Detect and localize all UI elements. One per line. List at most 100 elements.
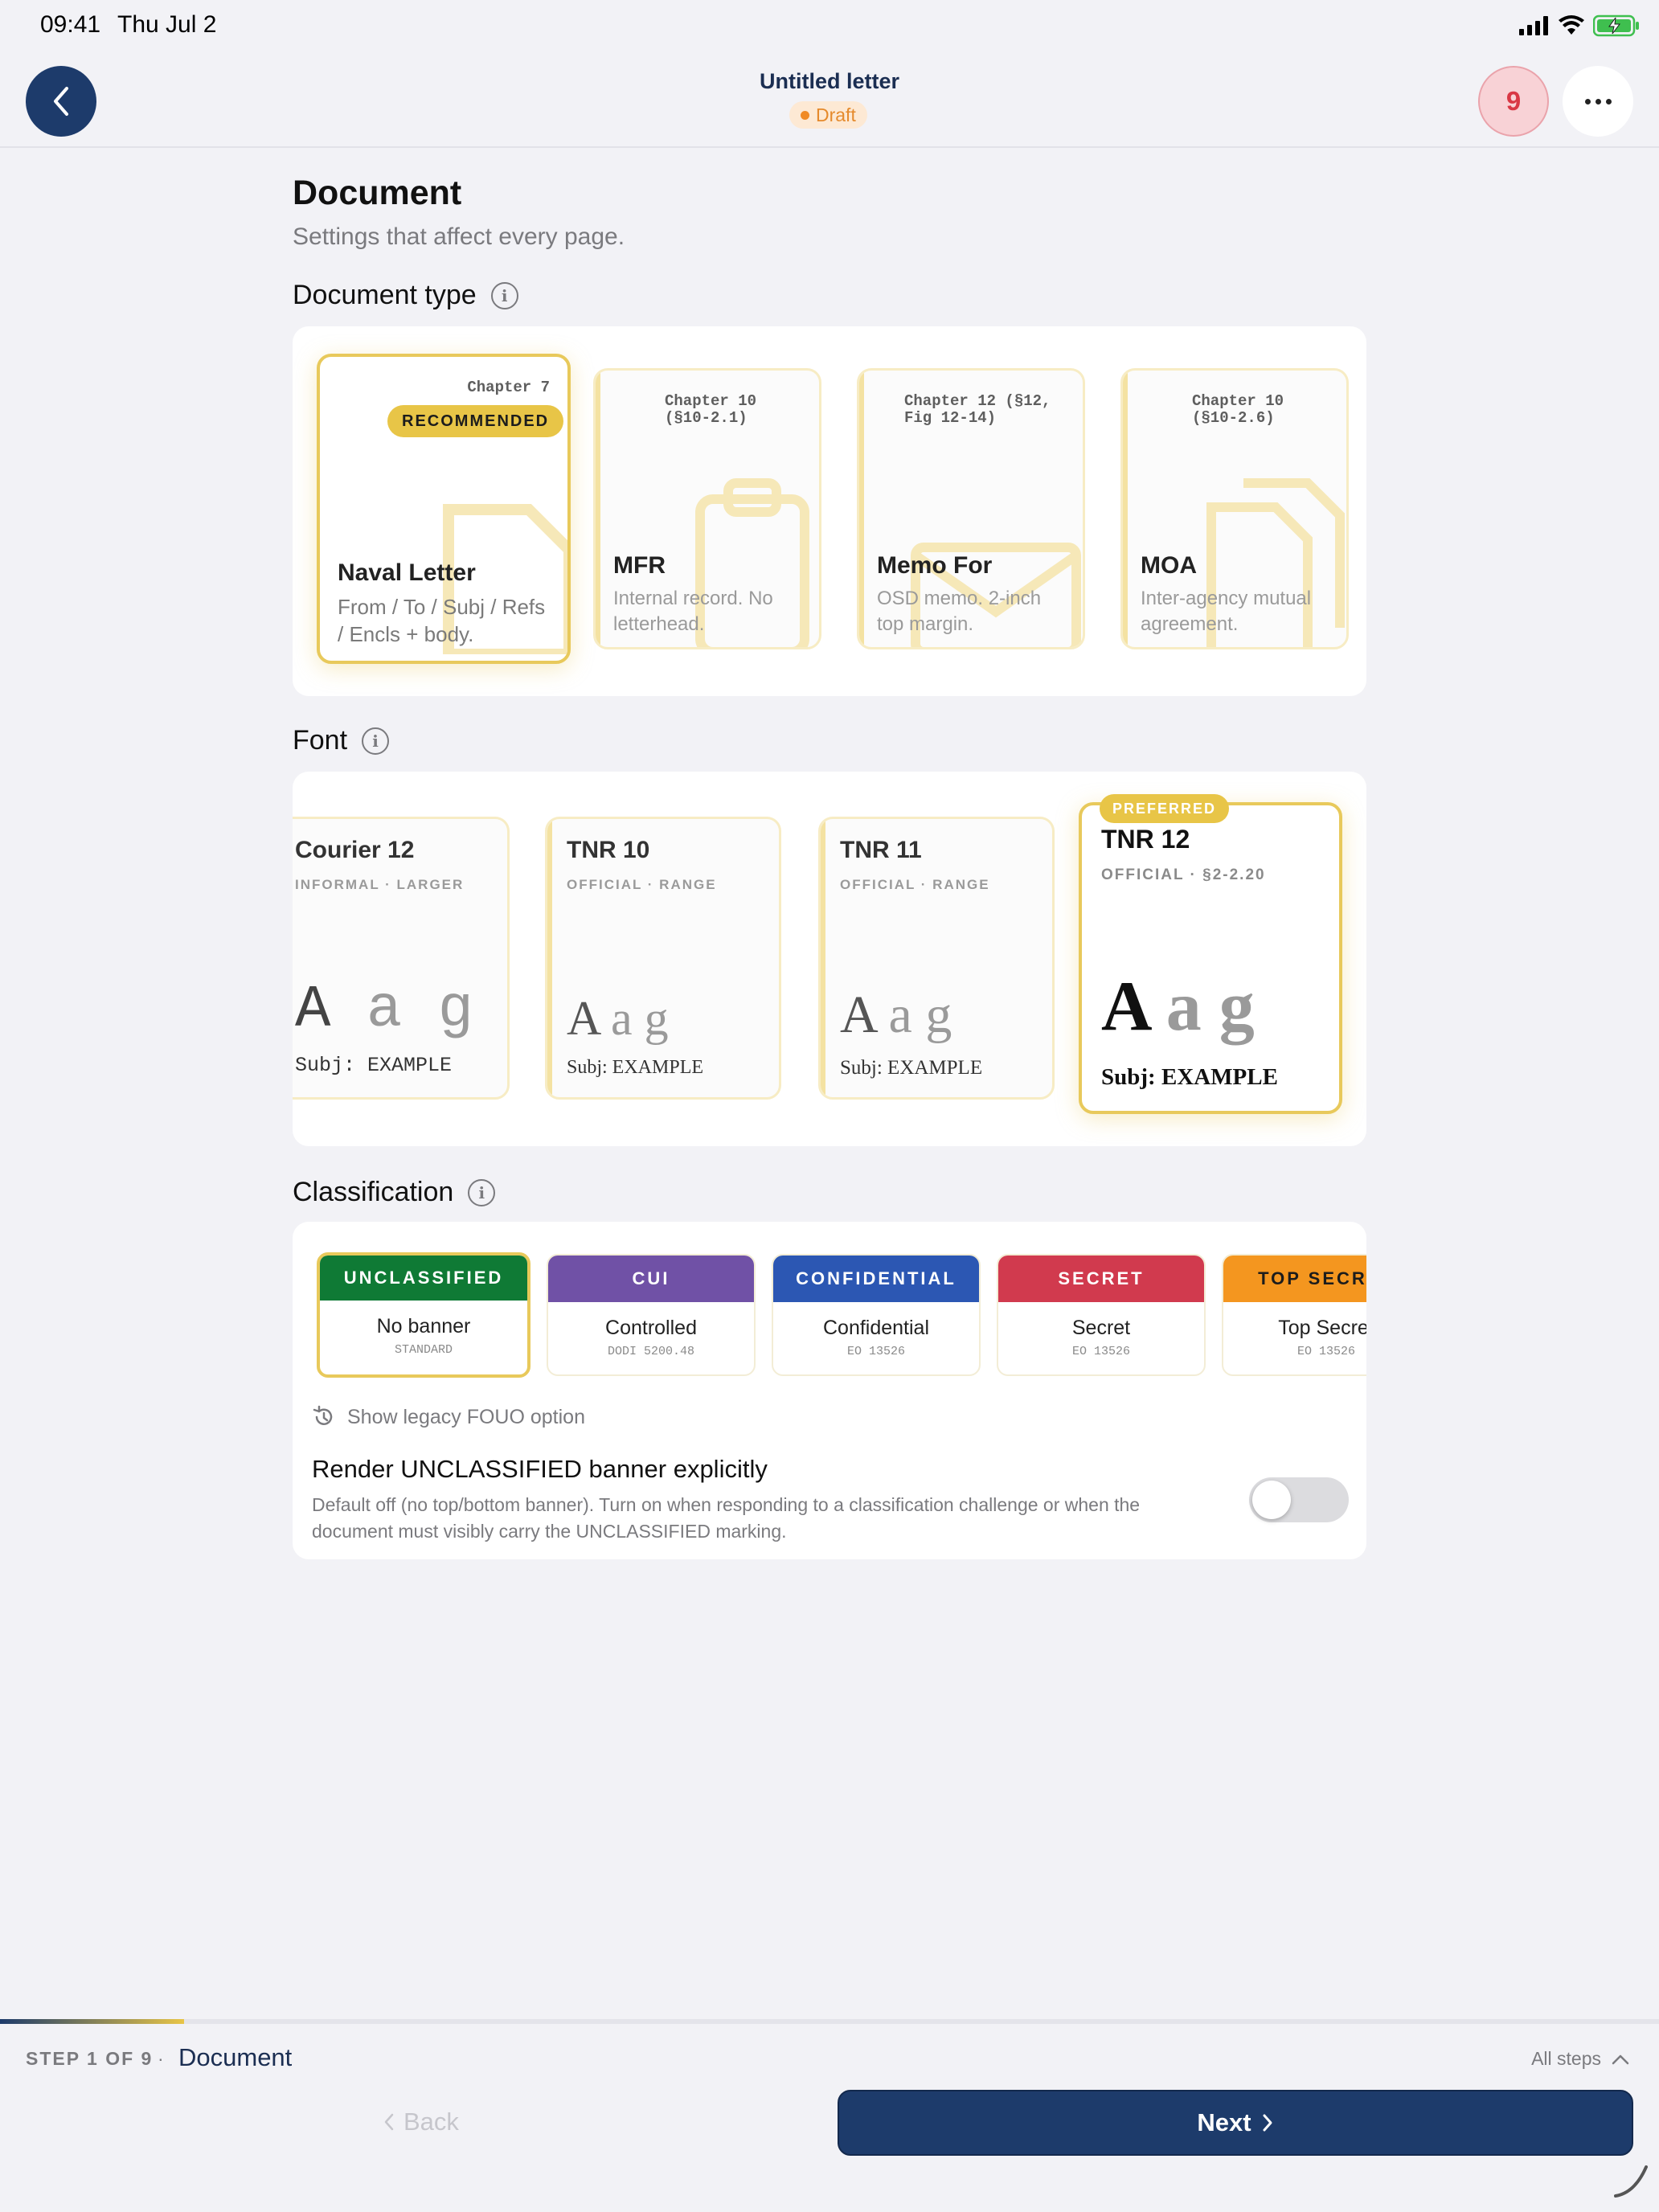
classification-banner: UNCLASSIFIED [320, 1256, 527, 1301]
classification-banner: CUI [548, 1256, 754, 1302]
classification-panel: UNCLASSIFIED No banner STANDARD CUI Cont… [293, 1222, 1366, 1559]
doctype-card-naval-letter[interactable]: Chapter 7 RECOMMENDED Naval Letter From … [317, 354, 571, 664]
classification-card-confidential[interactable]: CONFIDENTIAL Confidential EO 13526 [772, 1254, 981, 1376]
card-accent [821, 819, 825, 1097]
font-sample-glyph: g [925, 985, 952, 1044]
font-sample-glyph: A [295, 977, 367, 1044]
doctype-chapter: Chapter 10 (§10-2.1) [665, 392, 757, 427]
font-subject-sample: Subj: EXAMPLE [1101, 1064, 1278, 1090]
render-banner-toggle[interactable] [1249, 1477, 1349, 1522]
font-subject-sample: Subj: EXAMPLE [567, 1057, 704, 1078]
ellipsis-dot [1595, 98, 1601, 104]
classification-option-label: Confidential [822, 1317, 930, 1339]
font-sample-glyph: A [1101, 968, 1166, 1046]
font-name: TNR 12 [1101, 825, 1190, 854]
chevron-right-icon [1263, 2114, 1272, 2132]
card-accent [547, 819, 552, 1097]
font-meta: OFFICIAL · RANGE [840, 877, 990, 892]
font-sample-glyph: a [888, 985, 926, 1044]
classification-source: DODI 5200.48 [607, 1345, 695, 1358]
card-accent [596, 371, 600, 647]
all-steps-label: All steps [1531, 2048, 1601, 2069]
font-card-tnr-11[interactable]: TNR 11 OFFICIAL · RANGE A a g Subj: EXAM… [818, 817, 1055, 1100]
all-steps-button[interactable]: All steps [1531, 2048, 1630, 2070]
chevron-left-icon [384, 2113, 394, 2131]
font-name: TNR 10 [567, 837, 650, 863]
classification-card-unclassified[interactable]: UNCLASSIFIED No banner STANDARD [317, 1252, 530, 1378]
page-subtitle: Settings that affect every page. [293, 223, 625, 250]
font-sample-glyph: g [1219, 968, 1255, 1046]
font-meta: OFFICIAL · RANGE [567, 877, 717, 892]
show-legacy-fouo-option[interactable]: Show legacy FOUO option [312, 1405, 585, 1429]
doctype-name: Naval Letter [338, 559, 476, 586]
font-card-tnr-10[interactable]: TNR 10 OFFICIAL · RANGE A a g Subj: EXAM… [545, 817, 781, 1100]
draft-status-badge: Draft [789, 101, 867, 129]
home-indicator-icon [1614, 2165, 1648, 2198]
more-options-button[interactable] [1563, 66, 1633, 137]
document-type-label: Document type [293, 280, 477, 310]
card-accent [859, 371, 864, 647]
document-type-heading: Document type i [293, 280, 518, 311]
doctype-card-memo-for[interactable]: Chapter 12 (§12, Fig 12-14) Memo For OSD… [857, 368, 1085, 649]
next-label: Next [1197, 2108, 1251, 2136]
doctype-card-moa[interactable]: Chapter 10 (§10-2.6) MOA Inter-agency mu… [1120, 368, 1349, 649]
font-sample-glyph: g [644, 992, 669, 1045]
status-dot-icon [801, 110, 809, 120]
top-navigation: Untitled letter Draft 9 [0, 51, 1659, 148]
issues-count-button[interactable]: 9 [1478, 66, 1549, 137]
font-name: TNR 11 [840, 837, 922, 863]
chevron-up-icon [1612, 2054, 1629, 2064]
classification-option-label: No banner [376, 1315, 471, 1337]
back-step-button[interactable]: Back [383, 2108, 459, 2136]
page-title: Document [293, 174, 462, 212]
doctype-description: OSD memo. 2-inch top margin. [877, 588, 1042, 635]
doctype-name: Memo For [877, 552, 993, 579]
font-sample-glyph: a [611, 992, 645, 1045]
document-type-panel: Chapter 7 RECOMMENDED Naval Letter From … [293, 326, 1366, 696]
doctype-name: MFR [613, 552, 666, 579]
draft-status-label: Draft [816, 104, 856, 125]
doctype-description: Inter-agency mutual agreement. [1141, 588, 1312, 635]
font-sample-glyph: a [366, 977, 438, 1044]
ellipsis-dot [1605, 98, 1612, 104]
classification-heading: Classification i [293, 1177, 496, 1208]
render-banner-title: Render UNCLASSIFIED banner explicitly [312, 1455, 768, 1483]
status-time: 09:41 [40, 11, 101, 38]
font-sample: A a g [567, 991, 669, 1047]
font-sample-glyph: g [437, 977, 474, 1044]
status-date: Thu Jul 2 [117, 11, 217, 38]
font-meta: OFFICIAL · §2-2.20 [1101, 866, 1266, 883]
classification-banner: CONFIDENTIAL [773, 1256, 979, 1302]
ellipsis-icon [1584, 98, 1591, 104]
classification-card-secret[interactable]: SECRET Secret EO 13526 [997, 1254, 1206, 1376]
classification-source: STANDARD [394, 1343, 453, 1357]
preferred-badge: PREFERRED [1100, 794, 1230, 823]
cellular-signal-icon [1519, 16, 1548, 35]
classification-option-label: Controlled [605, 1317, 697, 1339]
info-icon[interactable]: i [490, 281, 518, 309]
recommended-badge: RECOMMENDED [387, 405, 564, 437]
next-step-button[interactable]: Next [838, 2090, 1633, 2156]
font-meta: INFORMAL · LARGER [295, 877, 465, 892]
font-subject-sample: Subj: EXAMPLE [840, 1057, 983, 1079]
classification-card-cui[interactable]: CUI Controlled DODI 5200.48 [547, 1254, 756, 1376]
status-icons [1519, 14, 1640, 37]
font-name: Courier 12 [295, 837, 415, 863]
classification-banner: TOP SECRET [1223, 1256, 1366, 1302]
history-icon [313, 1405, 333, 1425]
font-card-courier-12[interactable]: Courier 12 INFORMAL · LARGER A a g Subj:… [293, 817, 510, 1100]
doctype-description: Internal record. No letterhead. [613, 588, 773, 635]
font-sample: A a g [840, 985, 952, 1046]
font-sample-glyph: A [840, 985, 889, 1044]
classification-card-top-secret[interactable]: TOP SECRET Top Secret EO 13526 [1222, 1254, 1366, 1376]
doctype-card-mfr[interactable]: Chapter 10 (§10-2.1) MFR Internal record… [593, 368, 821, 649]
classification-source: EO 13526 [846, 1345, 905, 1358]
info-icon[interactable]: i [468, 1178, 496, 1206]
classification-source: EO 13526 [1296, 1345, 1355, 1358]
doctype-chapter: Chapter 7 [467, 379, 550, 396]
doctype-chapter: Chapter 12 (§12, Fig 12-14) [904, 392, 1051, 427]
info-icon[interactable]: i [362, 727, 390, 755]
render-banner-description: Default off (no top/bottom banner). Turn… [312, 1494, 1141, 1542]
font-card-tnr-12[interactable]: PREFERRED TNR 12 OFFICIAL · §2-2.20 A a … [1079, 794, 1342, 1114]
font-subject-sample: Subj: EXAMPLE [295, 1054, 453, 1077]
